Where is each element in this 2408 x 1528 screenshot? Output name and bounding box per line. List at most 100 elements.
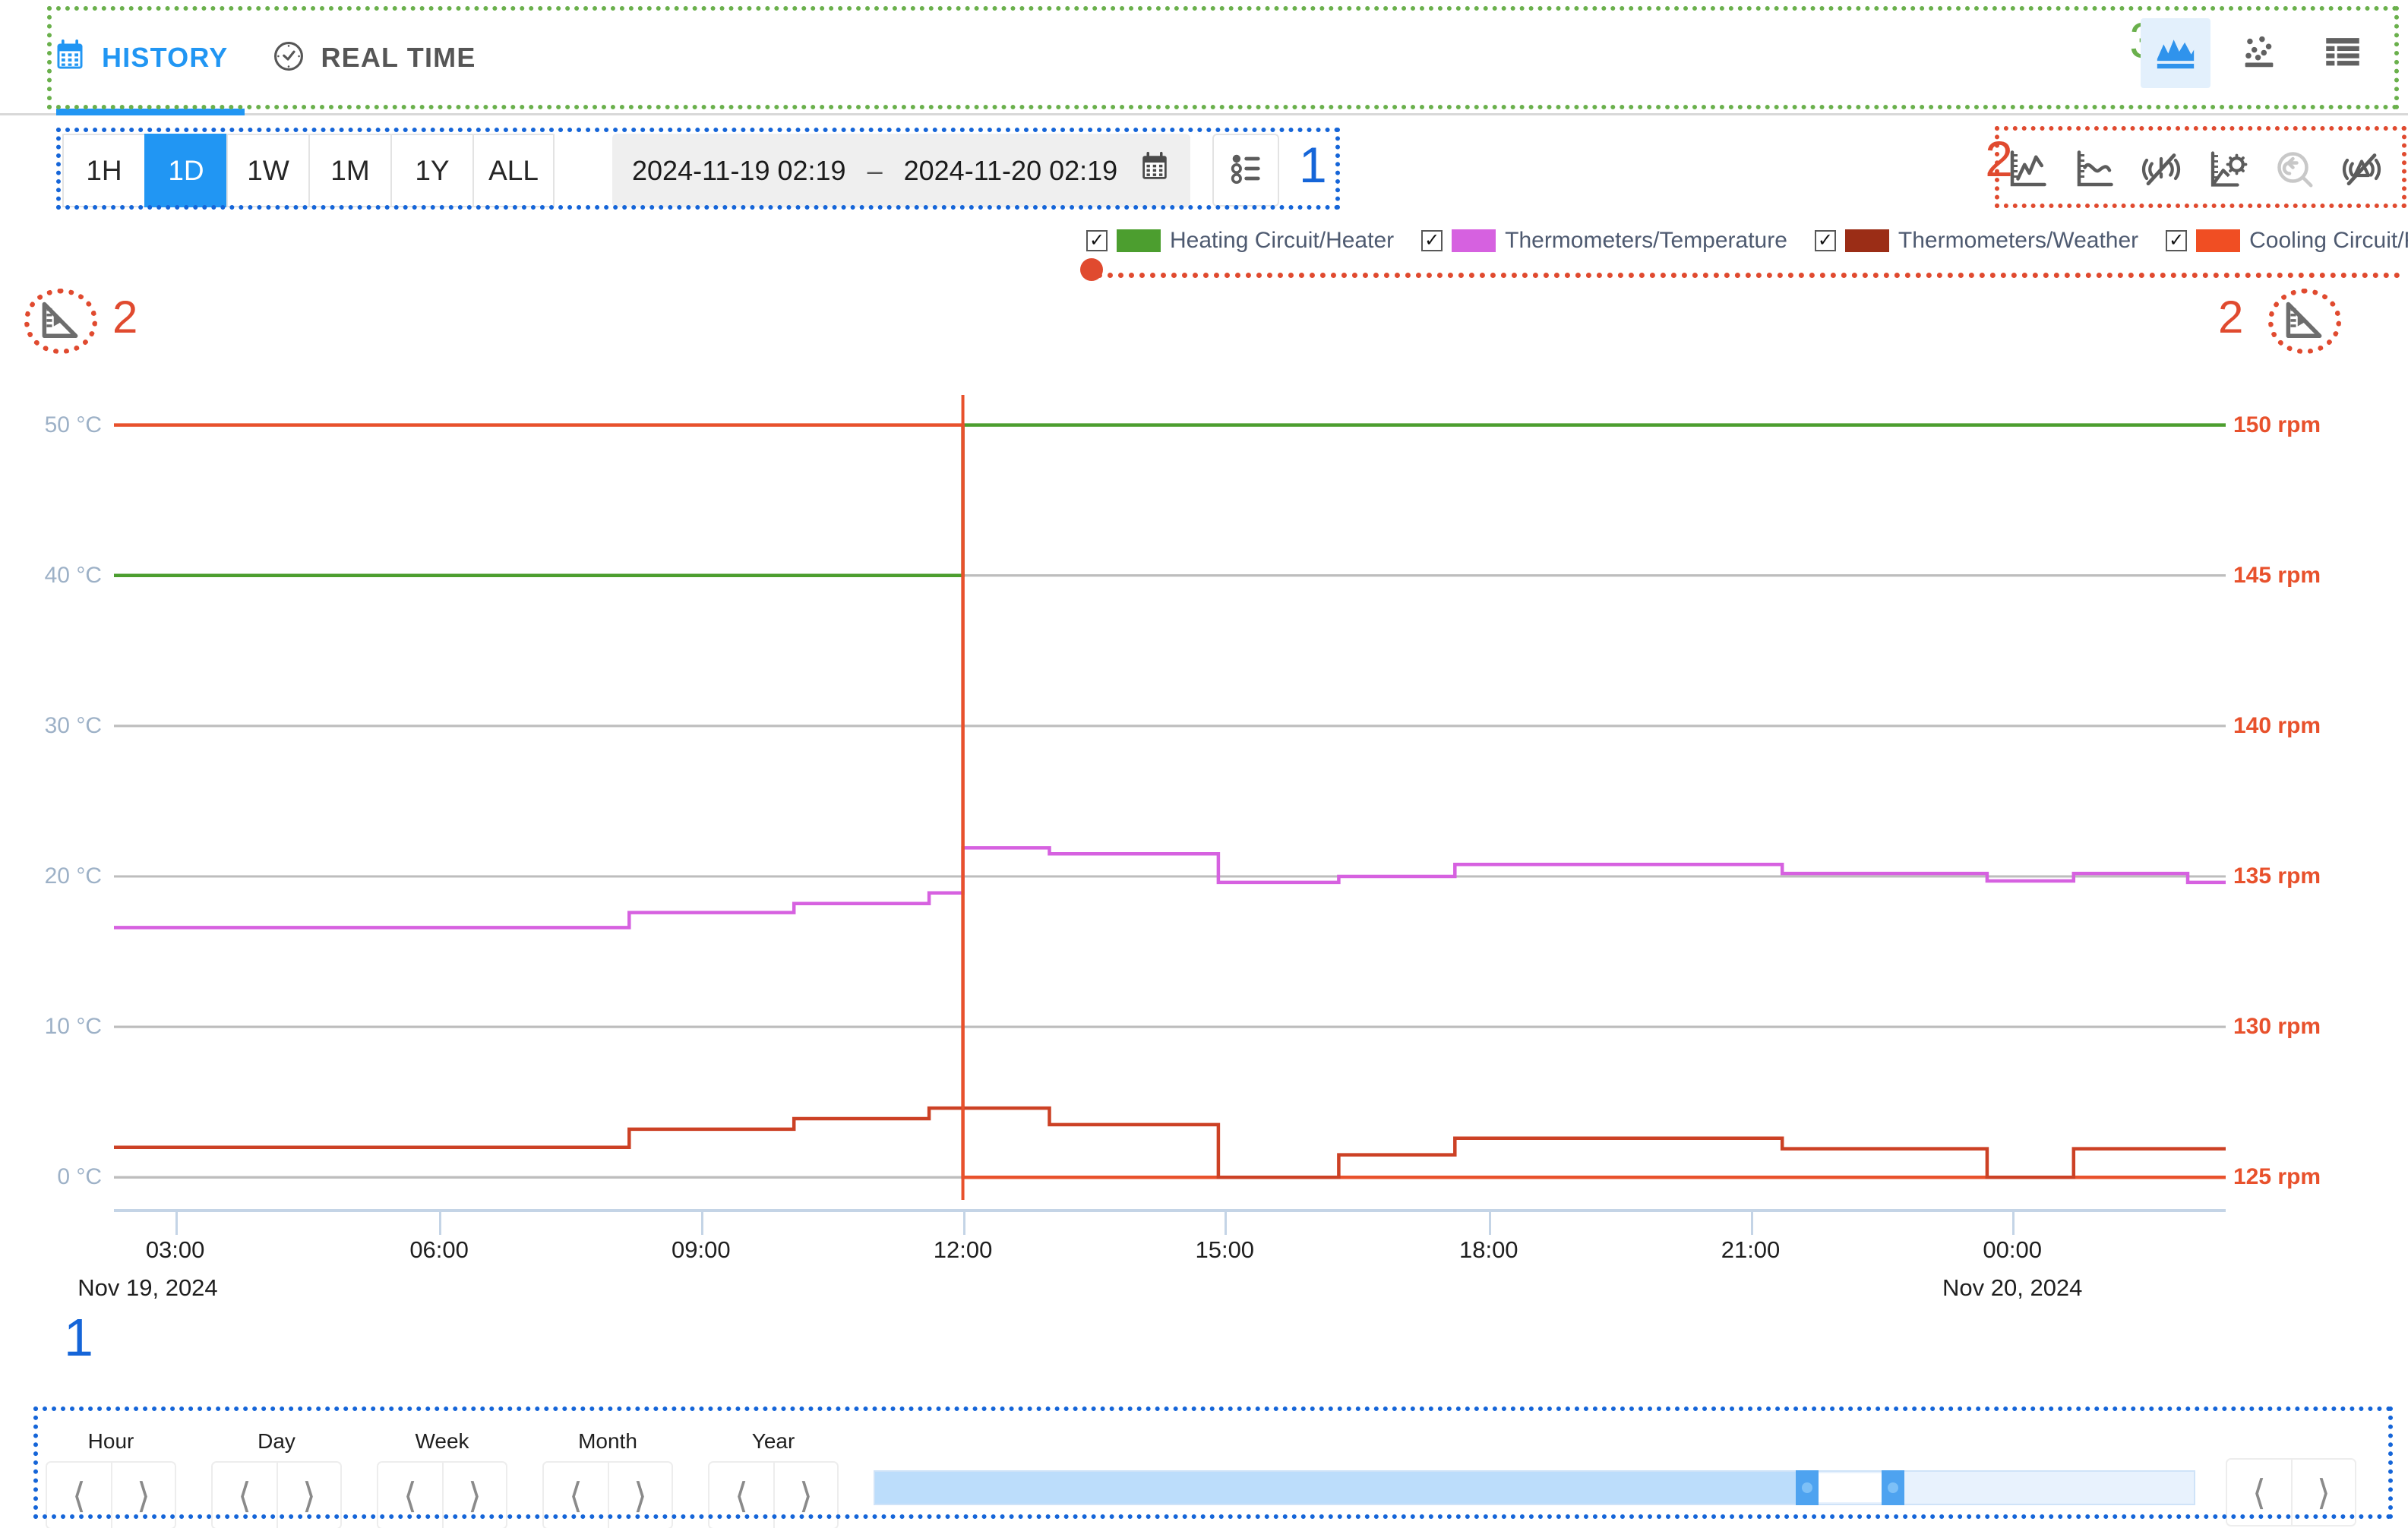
stepper-week-next[interactable]: ⟩ <box>442 1463 506 1528</box>
timeline-scroll-prev[interactable]: ⟨ <box>2227 1460 2291 1525</box>
y-axis-left-tick: 40 °C <box>44 562 102 588</box>
x-axis-tick-mark <box>2012 1212 2015 1235</box>
timeline-scroll-next[interactable]: ⟩ <box>2291 1460 2355 1525</box>
chevron-right-icon: ⟩ <box>634 1476 647 1515</box>
x-axis-line <box>114 1209 2226 1212</box>
stepper-year-prev[interactable]: ⟨ <box>709 1463 773 1528</box>
chart-plot-area[interactable] <box>114 395 2226 1200</box>
date-range-field[interactable]: 2024-11-19 02:19 – 2024-11-20 02:19 <box>612 134 1191 207</box>
tab-real-time[interactable]: REAL TIME <box>272 21 476 94</box>
view-mode-group <box>2141 18 2378 88</box>
x-axis-tick-mark <box>962 1212 965 1235</box>
stepper-hour-next[interactable]: ⟩ <box>111 1463 175 1528</box>
range-button-1m[interactable]: 1M <box>308 134 390 207</box>
y-axis-right-tick: 130 rpm <box>2233 1014 2321 1040</box>
date-to-value: 2024-11-20 02:19 <box>903 154 1118 186</box>
legend-checkbox[interactable]: ✓ <box>2166 230 2188 251</box>
y-axis-left: 0 °C 10 °C 20 °C 30 °C 40 °C 50 °C <box>0 365 114 1215</box>
legend-label: Cooling Circuit/Fan <box>2249 228 2408 253</box>
legend-item-heating-circuit-heater[interactable]: ✓ Heating Circuit/Heater <box>1086 228 1394 254</box>
legend-checkbox[interactable]: ✓ <box>1421 230 1443 251</box>
tab-history[interactable]: HISTORY <box>53 21 228 94</box>
x-axis: 03:00 06:00 09:00 12:00 15:00 18:00 21:00 00:00… <box>77 1209 2226 1308</box>
range-button-1h[interactable]: 1H <box>62 134 144 207</box>
y-axis-right: 125 rpm 130 rpm 135 rpm 140 rpm 145 rpm 150 r… <box>2233 365 2408 1215</box>
raw-data-icon <box>2005 147 2050 196</box>
chevron-right-icon: ⟩ <box>2317 1473 2331 1512</box>
annotation-label-1-toolbar: 1 <box>1299 137 1327 193</box>
x-axis-tick-label: 15:00 <box>1195 1236 1255 1263</box>
smoothed-line-button[interactable] <box>2066 143 2122 199</box>
x-axis-tick-label: 06:00 <box>409 1236 469 1263</box>
annotation-anchor-dot <box>1080 258 1103 281</box>
reset-zoom-button[interactable] <box>2267 143 2323 199</box>
range-button-1w[interactable]: 1W <box>226 134 308 207</box>
chevron-left-icon: ⟨ <box>735 1476 748 1515</box>
tab-history-label: HISTORY <box>102 42 229 73</box>
calendar-icon <box>53 39 87 77</box>
chart-svg <box>114 395 2226 1200</box>
stepper-year-next[interactable]: ⟩ <box>773 1463 837 1528</box>
hide-alarms-button[interactable] <box>2334 143 2390 199</box>
axis-scale-icon[interactable] <box>2279 296 2329 350</box>
chevron-right-icon: ⟩ <box>468 1476 482 1515</box>
stepper-week-prev[interactable]: ⟨ <box>378 1463 442 1528</box>
slider-handle-end[interactable] <box>1881 1470 1904 1505</box>
chart-legend: ✓ Heating Circuit/Heater ✓ Thermometers/… <box>1086 228 2408 254</box>
chevron-right-icon: ⟩ <box>799 1476 813 1515</box>
y-axis-right-tick: 150 rpm <box>2233 412 2321 437</box>
y-axis-right-tick: 125 rpm <box>2233 1164 2321 1190</box>
hide-alarms-icon <box>2339 147 2384 196</box>
stepper-week: Week ⟨ ⟩ <box>377 1429 507 1528</box>
toolbar-row: 1H 1D 1W 1M 1Y ALL 2024-11-19 02:19 – 20… <box>0 115 2408 226</box>
y-axis-left-tick: 10 °C <box>44 1014 102 1040</box>
legend-color-swatch <box>2196 229 2241 252</box>
stepper-month-prev[interactable]: ⟨ <box>544 1463 608 1528</box>
x-axis-tick-mark <box>175 1212 178 1235</box>
stepper-month-next[interactable]: ⟩ <box>608 1463 672 1528</box>
axis-scale-icon[interactable] <box>35 296 85 350</box>
timeline-list-button[interactable] <box>1212 134 1279 207</box>
slider-window[interactable] <box>1806 1472 1893 1504</box>
legend-item-cooling-circuit-fan[interactable]: ✓ Cooling Circuit/Fan <box>2166 228 2408 254</box>
stepper-month: Month ⟨ ⟩ <box>542 1429 673 1528</box>
chevron-left-icon: ⟨ <box>2252 1473 2266 1512</box>
legend-checkbox[interactable]: ✓ <box>1086 230 1108 251</box>
table-view-button[interactable] <box>2308 18 2378 88</box>
stepper-day-next[interactable]: ⟩ <box>277 1463 340 1528</box>
raw-data-button[interactable] <box>1999 143 2056 199</box>
area-chart-view-button[interactable] <box>2141 18 2210 88</box>
stepper-day-prev[interactable]: ⟨ <box>213 1463 277 1528</box>
y-axis-left-tick: 0 °C <box>57 1164 102 1190</box>
legend-checkbox[interactable]: ✓ <box>1814 230 1836 251</box>
range-button-1y[interactable]: 1Y <box>390 134 472 207</box>
scatter-plot-view-button[interactable] <box>2224 18 2294 88</box>
timeline-range-slider[interactable] <box>874 1470 2195 1505</box>
stepper-hour: Hour ⟨ ⟩ <box>46 1429 176 1528</box>
stepper-label: Year <box>751 1429 795 1453</box>
x-axis-tick-label: 09:00 <box>672 1236 731 1263</box>
range-button-1d[interactable]: 1D <box>144 134 226 207</box>
legend-item-thermometers-temperature[interactable]: ✓ Thermometers/Temperature <box>1421 228 1787 254</box>
legend-item-thermometers-weather[interactable]: ✓ Thermometers/Weather <box>1814 228 2138 254</box>
x-axis-date-label: Nov 19, 2024 <box>77 1274 218 1301</box>
chevron-left-icon: ⟨ <box>72 1476 86 1515</box>
chart-tools-group <box>1999 143 2390 199</box>
slider-handle-start[interactable] <box>1795 1470 1819 1505</box>
legend-label: Heating Circuit/Heater <box>1170 228 1395 253</box>
date-from-value: 2024-11-19 02:19 <box>632 154 846 186</box>
stepper-label: Week <box>415 1429 469 1453</box>
stepper-label: Month <box>578 1429 637 1453</box>
calendar-icon[interactable] <box>1139 151 1171 190</box>
chevron-left-icon: ⟨ <box>238 1476 251 1515</box>
x-axis-tick-mark <box>1225 1212 1228 1235</box>
range-button-all[interactable]: ALL <box>472 134 555 207</box>
stepper-year: Year ⟨ ⟩ <box>708 1429 839 1528</box>
chart-settings-button[interactable] <box>2200 143 2256 199</box>
table-icon <box>2321 30 2365 77</box>
hide-noise-icon <box>2138 147 2184 196</box>
stepper-hour-prev[interactable]: ⟨ <box>47 1463 111 1528</box>
chart-settings-icon <box>2205 147 2251 196</box>
annotation-label-2-left-axis: 2 <box>112 292 138 343</box>
hide-noise-button[interactable] <box>2133 143 2189 199</box>
